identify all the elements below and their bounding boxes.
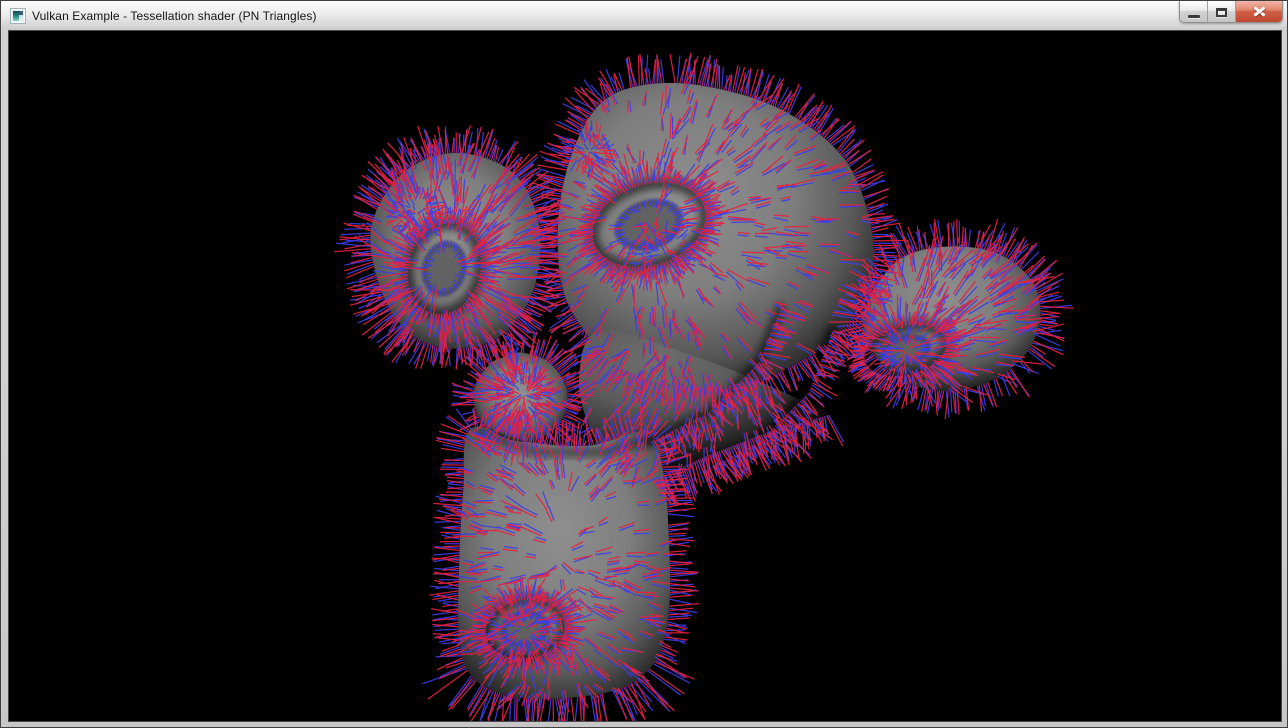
render-canvas xyxy=(9,31,1281,721)
viewport-3d[interactable] xyxy=(8,30,1282,722)
close-button[interactable] xyxy=(1236,1,1282,22)
maximize-icon xyxy=(1216,8,1227,17)
window-controls xyxy=(1179,1,1283,23)
window: Vulkan Example - Tessellation shader (PN… xyxy=(0,0,1288,728)
minimize-button[interactable] xyxy=(1180,1,1208,22)
close-icon xyxy=(1252,6,1267,17)
app-icon-pane xyxy=(19,15,23,21)
app-icon[interactable] xyxy=(10,8,26,24)
minimize-icon xyxy=(1188,15,1200,18)
window-title: Vulkan Example - Tessellation shader (PN… xyxy=(32,9,317,23)
title-bar[interactable]: Vulkan Example - Tessellation shader (PN… xyxy=(2,2,1286,30)
maximize-button[interactable] xyxy=(1208,1,1236,22)
